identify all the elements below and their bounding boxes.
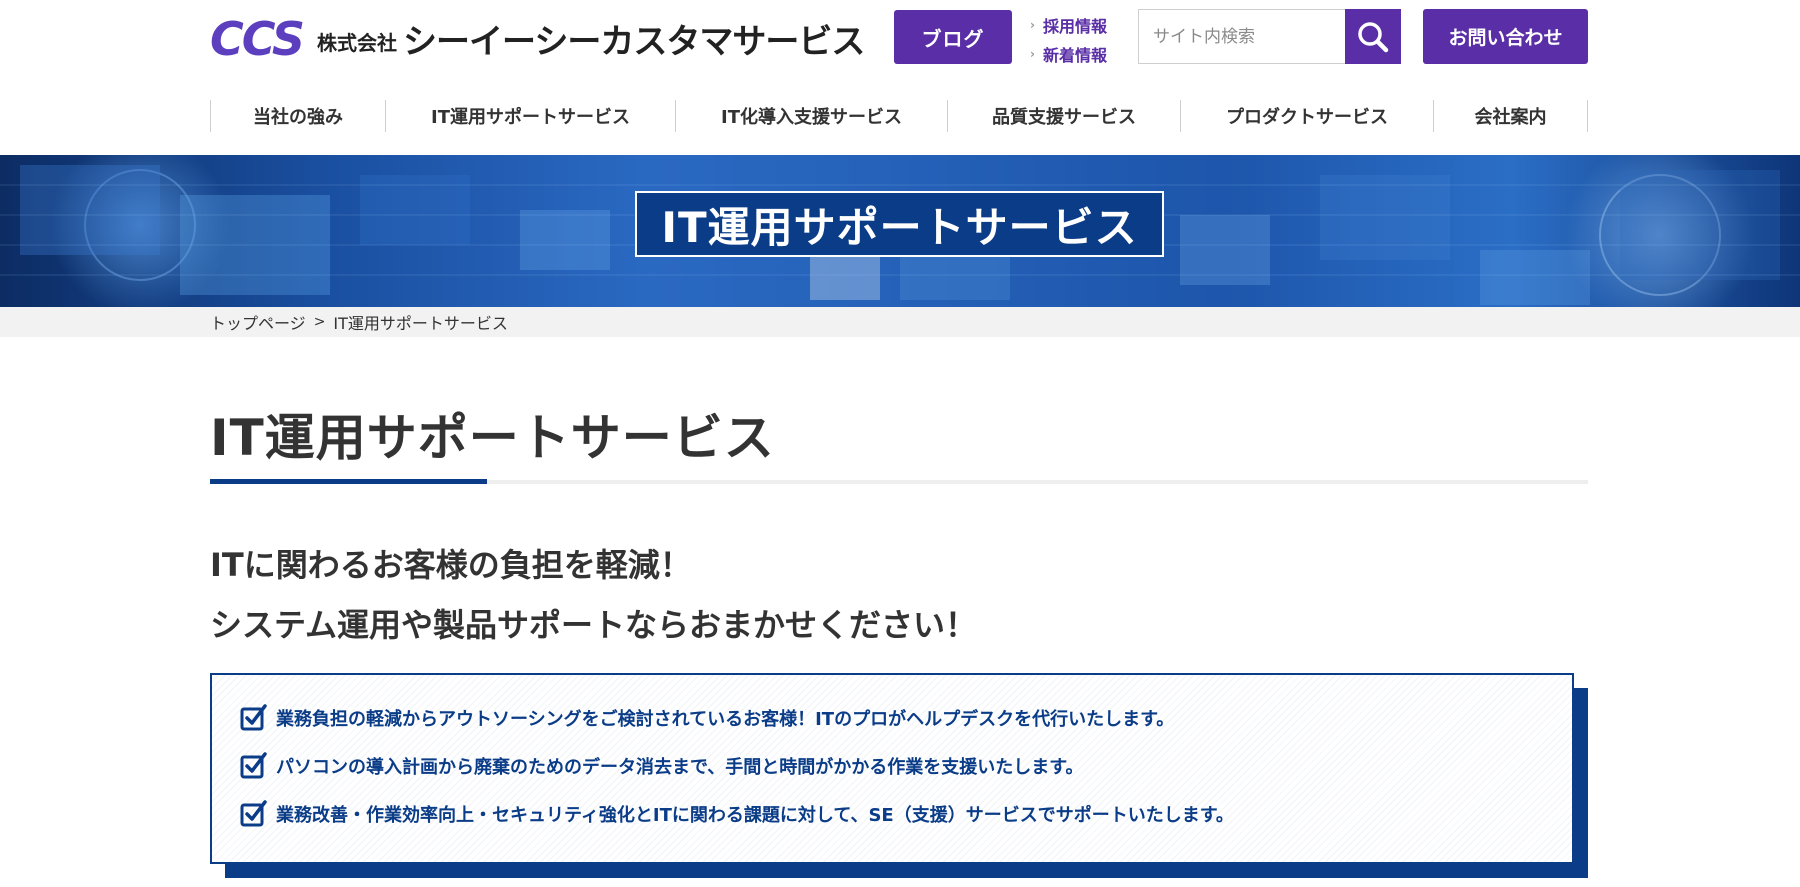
recruit-link[interactable]: › 採用情報 xyxy=(1030,10,1120,39)
lead-line-2: システム運用や製品サポートならおまかせください！ xyxy=(210,606,978,644)
search-button[interactable] xyxy=(1345,9,1401,64)
logo-company-name: シーイーシーカスタマサービス xyxy=(403,22,865,62)
nav-item-it-operation-support[interactable]: IT運用サポートサービス xyxy=(385,100,675,132)
chevron-right-icon: › xyxy=(1030,17,1035,32)
nav-item-strengths[interactable]: 当社の強み xyxy=(210,100,385,132)
logo-corp-type: 株式会社 xyxy=(317,31,398,55)
points-box: 業務負担の軽減からアウトソーシングをご検討されているお客様！ITのプロがヘルプデ… xyxy=(210,673,1574,864)
contact-button[interactable]: お問い合わせ xyxy=(1423,9,1588,64)
checkbox-checked-icon xyxy=(240,752,267,779)
recruit-link-label: 採用情報 xyxy=(1042,16,1107,36)
lead-text: ITに関わるお客様の負担を軽減！ システム運用や製品サポートならおまかせください… xyxy=(210,535,977,655)
logo-mark: CCS xyxy=(210,12,305,66)
point-item: パソコンの導入計画から廃棄のためのデータ消去まで、手間と時間がかかる作業を支援い… xyxy=(240,751,1083,781)
point-text: パソコンの導入計画から廃棄のためのデータ消去まで、手間と時間がかかる作業を支援い… xyxy=(276,757,1084,778)
nav-item-company-info[interactable]: 会社案内 xyxy=(1433,100,1588,132)
nav-item-it-adoption-support[interactable]: IT化導入支援サービス xyxy=(675,100,947,132)
news-link[interactable]: › 新着情報 xyxy=(1030,39,1120,68)
site-search xyxy=(1138,9,1401,64)
hero-banner: IT運用サポートサービス xyxy=(0,155,1800,307)
breadcrumb-home-link[interactable]: トップページ xyxy=(210,310,306,334)
checkbox-checked-icon xyxy=(240,704,267,731)
search-icon xyxy=(1358,21,1389,52)
search-input[interactable] xyxy=(1139,10,1345,63)
news-link-label: 新着情報 xyxy=(1042,45,1107,65)
checkbox-checked-icon xyxy=(240,800,267,827)
point-item: 業務改善・作業効率向上・セキュリティ強化とITに関わる課題に対して、SE（支援）… xyxy=(240,799,1234,829)
nav-item-quality-support[interactable]: 品質支援サービス xyxy=(947,100,1180,132)
title-divider-accent xyxy=(210,479,487,484)
breadcrumb-current: IT運用サポートサービス xyxy=(333,314,508,333)
header-sublinks: › 採用情報 › 新着情報 xyxy=(1030,10,1120,68)
chevron-right-icon: > xyxy=(313,314,326,330)
company-logo[interactable]: CCS 株式会社 シーイーシーカスタマサービス xyxy=(210,12,865,66)
point-text: 業務負担の軽減からアウトソーシングをご検討されているお客様！ITのプロがヘルプデ… xyxy=(276,709,1175,730)
page-title: IT運用サポートサービス xyxy=(210,409,775,467)
nav-item-product-service[interactable]: プロダクトサービス xyxy=(1180,100,1433,132)
blog-button[interactable]: ブログ xyxy=(894,10,1012,64)
global-nav: 当社の強み IT運用サポートサービス IT化導入支援サービス 品質支援サービス … xyxy=(210,100,1588,132)
lead-line-1: ITに関わるお客様の負担を軽減！ xyxy=(210,546,692,584)
breadcrumb: トップページ > IT運用サポートサービス xyxy=(210,307,508,337)
chevron-right-icon: › xyxy=(1030,46,1035,61)
hero-title: IT運用サポートサービス xyxy=(635,191,1164,257)
breadcrumb-bar: トップページ > IT運用サポートサービス xyxy=(0,307,1800,337)
point-item: 業務負担の軽減からアウトソーシングをご検討されているお客様！ITのプロがヘルプデ… xyxy=(240,703,1174,733)
site-header: CCS 株式会社 シーイーシーカスタマサービス ブログ › 採用情報 › 新着情… xyxy=(0,0,1800,80)
point-text: 業務改善・作業効率向上・セキュリティ強化とITに関わる課題に対して、SE（支援）… xyxy=(276,805,1234,826)
